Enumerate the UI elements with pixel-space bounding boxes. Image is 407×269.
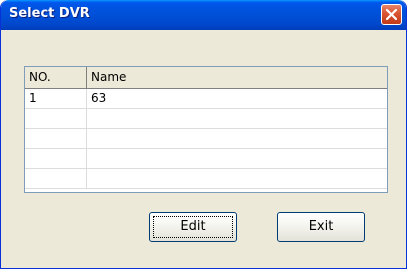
column-header-name[interactable]: Name: [87, 67, 387, 88]
cell-no: [25, 129, 87, 148]
cell-name: [87, 129, 387, 148]
dialog-body: NO. Name 1 63 Edit Exit: [4, 30, 403, 265]
cell-name: 63: [91, 91, 107, 105]
cell-name: [87, 109, 387, 128]
table-row[interactable]: 1 63: [25, 89, 387, 109]
list-header: NO. Name: [25, 67, 387, 89]
exit-button[interactable]: Exit: [277, 212, 365, 242]
edit-button-label: Edit: [180, 219, 206, 234]
select-dvr-dialog: Select DVR NO. Name 1 63 Edit Exit: [0, 0, 407, 269]
table-row[interactable]: [25, 129, 387, 149]
cell-no: 1: [25, 89, 87, 108]
edit-button[interactable]: Edit: [149, 212, 237, 242]
cell-name: [87, 169, 387, 188]
title-bar[interactable]: Select DVR: [1, 0, 406, 30]
cell-name: [87, 149, 387, 168]
column-header-no[interactable]: NO.: [25, 67, 87, 88]
dvr-list[interactable]: NO. Name 1 63: [24, 66, 388, 193]
list-rows: 1 63: [25, 89, 387, 189]
table-row[interactable]: [25, 109, 387, 129]
close-button[interactable]: [381, 4, 402, 25]
table-row[interactable]: [25, 149, 387, 169]
close-icon: [385, 8, 398, 21]
cell-no: [25, 169, 87, 188]
window-title: Select DVR: [9, 6, 90, 21]
cell-no: [25, 149, 87, 168]
exit-button-label: Exit: [308, 219, 334, 234]
table-row[interactable]: [25, 169, 387, 189]
cell-no: [25, 109, 87, 128]
